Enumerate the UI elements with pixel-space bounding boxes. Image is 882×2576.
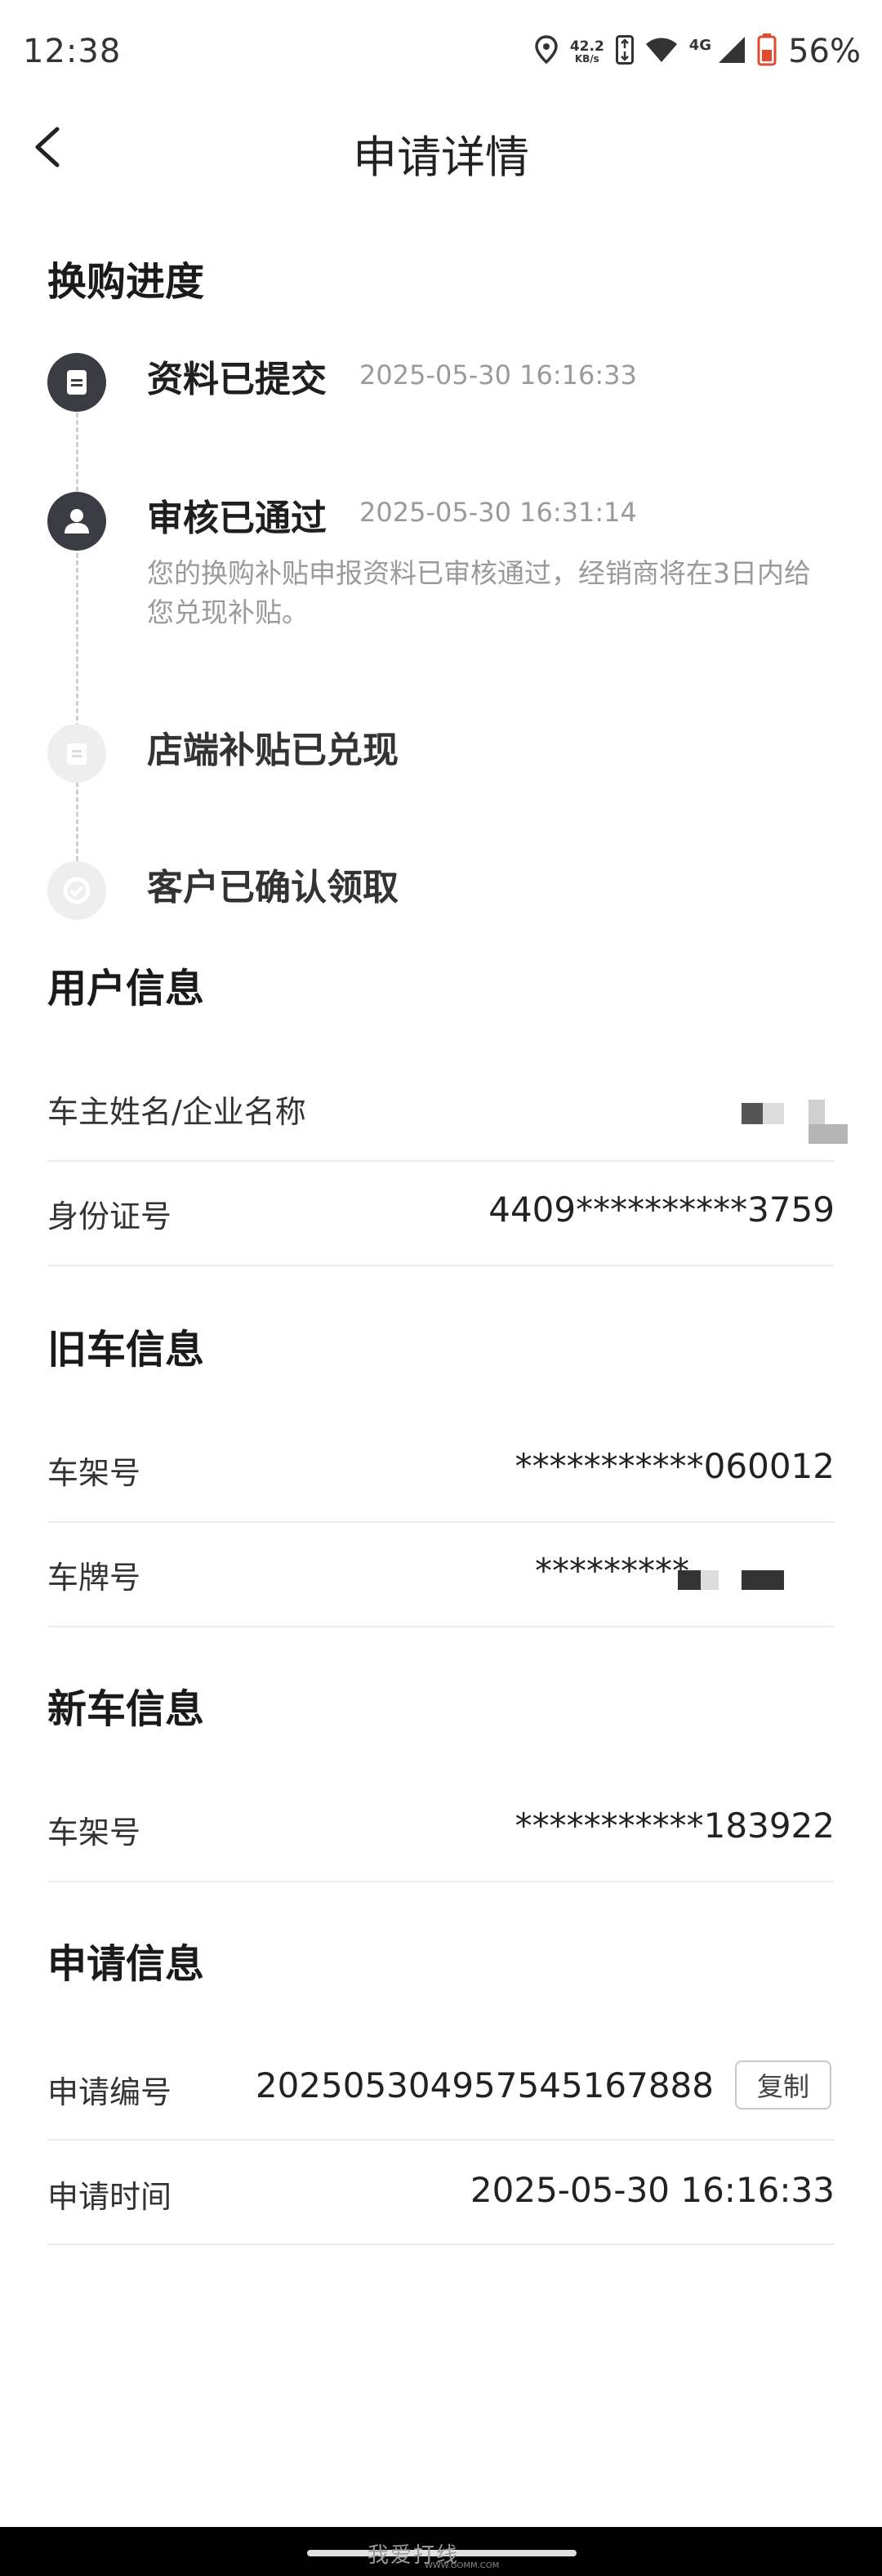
- divider: [47, 1265, 835, 1266]
- old-vin-value: ***********060012: [514, 1446, 835, 1486]
- step-label: 客户已确认领取: [147, 867, 399, 909]
- application-title: 申请信息: [47, 1941, 205, 1987]
- speed-value: 42.2: [569, 38, 604, 55]
- user-icon: [47, 492, 106, 551]
- old-vin-label: 车架号: [47, 1455, 141, 1491]
- id-number-label: 身份证号: [47, 1199, 172, 1234]
- network-type: 4G: [688, 36, 712, 54]
- data-transfer-icon: [615, 35, 634, 68]
- step-label: 审核已通过: [147, 498, 327, 539]
- user-info-title: 用户信息: [47, 966, 205, 1011]
- battery-level: 56%: [788, 33, 861, 70]
- application-time-value: 2025-05-30 16:16:33: [470, 2170, 835, 2210]
- step-time: 2025-05-30 16:31:14: [359, 497, 637, 528]
- old-car-title: 旧车信息: [47, 1327, 205, 1373]
- divider: [47, 2139, 835, 2141]
- application-no-value: 20250530495754516788​8: [255, 2065, 714, 2105]
- divider: [47, 1626, 835, 1627]
- owner-name-label: 车主姓名/企业名称: [47, 1094, 306, 1130]
- status-icons: 42.2 KB/s 4G 56%: [534, 31, 861, 72]
- new-vin-label: 车架号: [47, 1815, 141, 1851]
- id-number-value: 4409**********3759: [488, 1190, 835, 1230]
- document-icon: [47, 353, 106, 412]
- status-bar: 12:38 42.2 KB/s 4G 56%: [0, 0, 882, 106]
- divider: [47, 1160, 835, 1162]
- wifi-icon: [645, 36, 678, 67]
- confirm-icon: [47, 861, 106, 920]
- new-vin-value: ***********183922: [514, 1806, 835, 1846]
- location-icon: [534, 35, 559, 68]
- system-nav-bar: 我爱打线 WWW.GOMM.COM: [0, 2527, 882, 2576]
- store-icon: [47, 724, 106, 783]
- copy-button[interactable]: 复制: [735, 2060, 831, 2109]
- plate-label: 车牌号: [47, 1560, 141, 1596]
- step-label: 店端补贴已兑现: [147, 730, 399, 771]
- nav-bar: 申请详情: [0, 106, 882, 188]
- page-title: 申请详情: [353, 132, 529, 183]
- step-label: 资料已提交: [147, 359, 327, 400]
- new-car-title: 新车信息: [47, 1686, 205, 1732]
- speed-unit: KB/s: [574, 52, 599, 65]
- signal-icon: [718, 36, 746, 67]
- divider: [47, 1521, 835, 1523]
- divider: [47, 1881, 835, 1882]
- progress-section-title: 换购进度: [47, 259, 205, 305]
- status-time: 12:38: [23, 33, 122, 70]
- step-description: 您的换购补贴申报资料已审核通过，经销商将在3日内给您兑现补贴。: [147, 557, 811, 628]
- plate-value: *********: [535, 1551, 689, 1591]
- watermark-sub: WWW.GOMM.COM: [425, 2561, 500, 2570]
- application-time-label: 申请时间: [47, 2179, 172, 2215]
- network-speed: 42.2 KB/s: [569, 38, 604, 65]
- application-no-label: 申请编号: [47, 2074, 172, 2110]
- divider: [47, 2243, 835, 2245]
- step-time: 2025-05-30 16:16:33: [359, 359, 637, 391]
- timeline-connector: [76, 413, 78, 891]
- battery-icon: [757, 33, 777, 69]
